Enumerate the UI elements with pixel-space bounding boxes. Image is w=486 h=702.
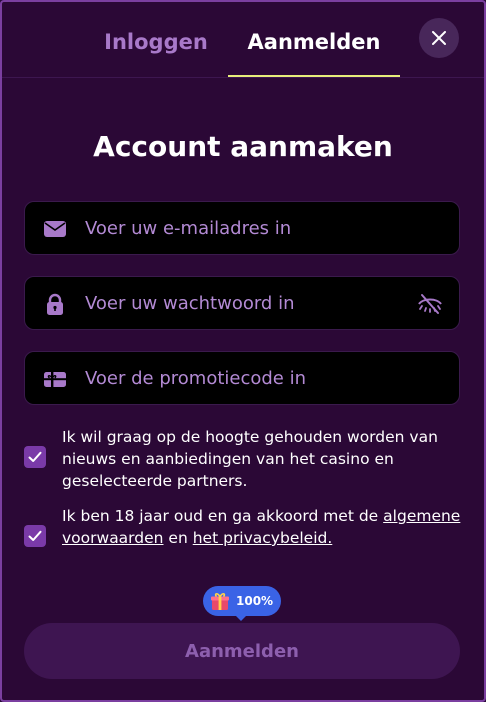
close-icon <box>432 31 446 45</box>
bonus-badge: 100% <box>203 586 281 616</box>
terms-text-middle: en <box>168 529 188 547</box>
terms-checkbox[interactable] <box>24 525 46 547</box>
newsletter-checkbox[interactable] <box>24 446 46 468</box>
tab-register[interactable]: Aanmelden <box>228 30 400 70</box>
bonus-badge-pointer <box>234 614 248 621</box>
password-input[interactable] <box>85 277 405 329</box>
promo-code-field[interactable] <box>24 351 460 405</box>
email-input[interactable] <box>85 202 405 254</box>
lock-icon <box>47 293 63 315</box>
active-tab-indicator <box>228 75 400 77</box>
checkmark-icon <box>28 530 42 541</box>
privacy-link[interactable]: het privacybeleid. <box>193 529 333 547</box>
register-button[interactable]: Aanmelden <box>24 623 460 679</box>
page-title: Account aanmaken <box>93 130 393 163</box>
terms-label: Ik ben 18 jaar oud en ga akkoord met de … <box>62 505 466 549</box>
gift-icon <box>211 593 229 610</box>
password-field[interactable] <box>24 276 460 330</box>
promo-code-input[interactable] <box>85 352 405 404</box>
tab-login[interactable]: Inloggen <box>86 30 226 70</box>
bonus-percent: 100% <box>236 594 274 608</box>
checkmark-icon <box>28 451 42 462</box>
auth-tabs: Inloggen Aanmelden <box>2 2 484 78</box>
envelope-icon <box>44 221 66 237</box>
newsletter-label: Ik wil graag op de hoogte gehouden worde… <box>62 428 438 490</box>
signup-modal: Inloggen Aanmelden Account aanmaken Voer… <box>0 0 486 702</box>
email-field[interactable] <box>24 201 460 255</box>
terms-text-before: Ik ben 18 jaar oud en ga akkoord met de <box>62 507 379 525</box>
eye-off-icon[interactable] <box>417 291 443 317</box>
close-button[interactable] <box>419 18 459 58</box>
gift-card-icon <box>44 372 66 387</box>
